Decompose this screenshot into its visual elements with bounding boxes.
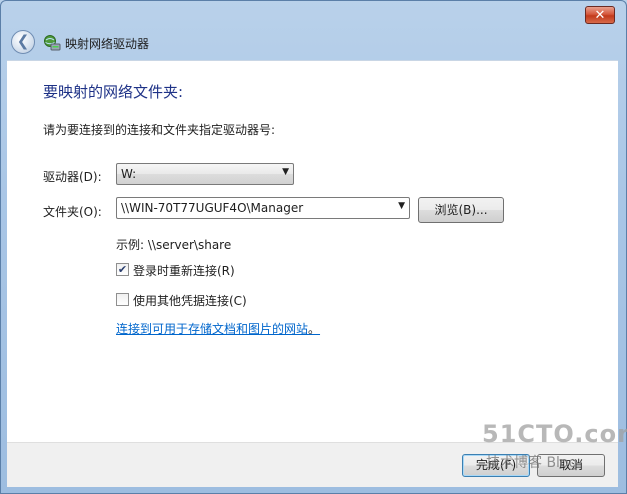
folder-label: 文件夹(O): [43, 205, 102, 219]
wizard-header: ❮ 映射网络驱动器 [7, 28, 618, 58]
wizard-content: 要映射的网络文件夹: 请为要连接到的连接和文件夹指定驱动器号: 驱动器(D): … [7, 60, 618, 443]
checkmark-icon: ✔ [117, 263, 128, 276]
wizard-footer: 完成(F) 取消 [7, 442, 618, 487]
instruction-text: 请为要连接到的连接和文件夹指定驱动器号: [43, 123, 276, 137]
cancel-button[interactable]: 取消 [537, 454, 605, 477]
drive-letter-value: W: [121, 167, 137, 181]
page-title: 要映射的网络文件夹: [43, 83, 184, 101]
back-button[interactable]: ❮ [11, 30, 35, 54]
reconnect-label[interactable]: 登录时重新连接(R) [133, 262, 235, 279]
dropdown-arrow-icon: ▼ [282, 167, 289, 177]
drive-label: 驱动器(D): [43, 170, 102, 184]
network-drive-icon [44, 35, 61, 51]
reconnect-checkbox[interactable]: ✔ [116, 263, 129, 276]
folder-path-value: \\WIN-70T77UGUF4O\Manager [121, 201, 304, 215]
browse-button[interactable]: 浏览(B)... [418, 197, 504, 223]
other-credentials-label[interactable]: 使用其他凭据连接(C) [133, 292, 247, 309]
storage-website-link[interactable]: 连接到可用于存储文档和图片的网站。 [116, 320, 320, 337]
dropdown-arrow-icon[interactable]: ▼ [398, 201, 405, 211]
other-credentials-checkbox[interactable] [116, 293, 129, 306]
back-arrow-icon: ❮ [16, 32, 30, 50]
close-button[interactable]: ✕ [585, 6, 615, 24]
close-icon: ✕ [594, 8, 606, 23]
storage-website-link-text[interactable]: 连接到可用于存储文档和图片的网站 [116, 322, 308, 336]
link-period: 。 [308, 322, 321, 336]
finish-button[interactable]: 完成(F) [462, 454, 530, 477]
drive-letter-select[interactable]: W: ▼ [116, 163, 294, 185]
wizard-title: 映射网络驱动器 [65, 37, 150, 51]
example-text: 示例: \\server\share [116, 238, 232, 252]
folder-path-combobox[interactable]: \\WIN-70T77UGUF4O\Manager ▼ [116, 197, 410, 219]
